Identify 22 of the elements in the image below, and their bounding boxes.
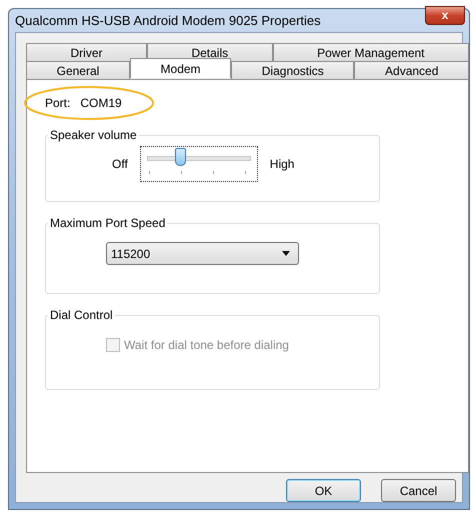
port-speed-dropdown[interactable]: 115200 bbox=[106, 242, 299, 265]
caret-icon bbox=[282, 251, 290, 256]
group-title: Maximum Port Speed bbox=[49, 216, 166, 230]
group-title: Speaker volume bbox=[49, 128, 138, 142]
tab[interactable]: Power Management bbox=[272, 43, 469, 61]
slider-thumb[interactable] bbox=[174, 148, 186, 166]
tab[interactable]: Modem bbox=[130, 58, 232, 78]
tab[interactable]: General bbox=[26, 61, 130, 79]
group-title: Dial Control bbox=[49, 308, 114, 322]
slider-min-label: Off bbox=[112, 157, 128, 171]
window-title: Qualcomm HS-USB Android Modem 9025 Properties bbox=[15, 13, 321, 28]
slider-max-label: High bbox=[270, 157, 294, 171]
tab[interactable]: Driver bbox=[26, 43, 147, 61]
tab[interactable]: Diagnostics bbox=[231, 61, 354, 79]
port-label: Port: bbox=[45, 96, 70, 110]
dialog-button[interactable]: Cancel bbox=[381, 479, 456, 502]
close-button[interactable]: x bbox=[425, 6, 465, 24]
tab[interactable]: Advanced bbox=[354, 61, 469, 79]
checkbox-label: Wait for dial tone before dialing bbox=[124, 338, 289, 352]
dialog-button[interactable]: OK bbox=[286, 479, 361, 502]
port-value: COM19 bbox=[80, 96, 122, 110]
volume-slider[interactable] bbox=[140, 146, 258, 182]
